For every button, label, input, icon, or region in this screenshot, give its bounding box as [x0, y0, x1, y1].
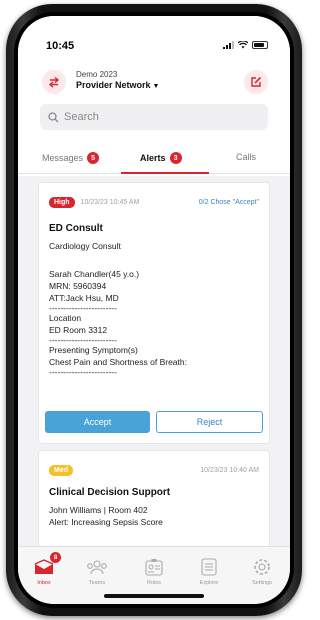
signal-icon	[223, 41, 234, 49]
alert-line: Alert: Increasing Sepsis Score	[49, 517, 163, 527]
attending: ATT:Jack Hsu, MD	[49, 293, 119, 303]
alert-card[interactable]: Med 10/23/23 10:40 AM Clinical Decision …	[38, 450, 270, 550]
priority-badge: High	[49, 197, 75, 208]
divider-line: ------------------------	[49, 367, 117, 377]
tab-messages[interactable]: Messages 5	[42, 152, 100, 164]
explore-icon	[198, 557, 220, 577]
alert-meta: Med 10/23/23 10:40 AM	[49, 465, 259, 476]
home-indicator	[104, 594, 204, 598]
location-label: Location	[49, 313, 82, 323]
network-label: Provider Network	[76, 80, 151, 90]
teams-icon	[86, 557, 108, 577]
nav-roles[interactable]: Roles	[134, 557, 174, 586]
location-value: ED Room 3312	[49, 325, 108, 335]
accept-button[interactable]: Accept	[45, 411, 150, 433]
nav-label: Roles	[146, 580, 162, 586]
alert-actions: Accept Reject	[45, 411, 263, 433]
compose-icon	[251, 76, 262, 87]
symptoms-label: Presenting Symptom(s)	[49, 345, 138, 355]
caret-down-icon: ▼	[152, 83, 160, 90]
patient-mrn: MRN: 5960394	[49, 281, 107, 291]
alert-title: Clinical Decision Support	[49, 487, 171, 498]
search-icon	[48, 111, 59, 122]
settings-icon	[251, 557, 273, 577]
alert-subtitle: Cardiology Consult	[49, 241, 121, 251]
alert-line: John Williams | Room 402	[49, 505, 148, 515]
divider-line: ------------------------	[49, 303, 117, 313]
tab-badge: 3	[169, 152, 182, 164]
network-name: Provider Network ▼	[76, 80, 159, 90]
divider-line: ------------------------	[49, 335, 117, 345]
header: Demo 2023 Provider Network ▼ Search Messa…	[18, 56, 290, 176]
swap-arrows-icon	[48, 76, 60, 88]
tab-label: Messages	[42, 153, 84, 163]
tab-label: Calls	[236, 152, 257, 162]
nav-explore[interactable]: Explore	[189, 557, 229, 586]
roles-icon	[143, 557, 165, 577]
inbox-badge: 8	[50, 552, 61, 563]
tab-badge: 5	[87, 152, 100, 164]
status-bar: 10:45	[18, 16, 290, 56]
org-name: Demo 2023	[76, 70, 118, 79]
active-tab-indicator	[121, 172, 209, 174]
patient-name: Sarah Chandler(45 y.o.)	[49, 269, 140, 279]
compose-button[interactable]	[244, 70, 268, 94]
alert-timestamp: 10/23/23 10:40 AM	[200, 467, 259, 474]
nav-inbox[interactable]: 8 Inbox	[24, 552, 64, 586]
tab-calls[interactable]: Calls	[236, 152, 256, 162]
tab-label: Alerts	[140, 153, 166, 163]
nav-label: Teams	[88, 580, 106, 586]
nav-label: Settings	[252, 580, 272, 586]
nav-label: Inbox	[37, 580, 51, 586]
accept-status: 0/2 Chose "Accept"	[198, 199, 259, 206]
alert-timestamp: 10/23/23 10:45 AM	[80, 199, 140, 206]
battery-icon	[252, 41, 268, 49]
status-icons	[223, 41, 268, 49]
wifi-icon	[238, 41, 248, 49]
status-time: 10:45	[46, 40, 75, 52]
reject-button[interactable]: Reject	[156, 411, 263, 433]
symptoms-value: Chest Pain and Shortness of Breath:	[49, 357, 187, 367]
nav-teams[interactable]: Teams	[77, 557, 117, 586]
nav-settings[interactable]: Settings	[242, 557, 282, 586]
switch-account-button[interactable]	[42, 70, 66, 94]
nav-label: Explore	[199, 580, 219, 586]
search-input[interactable]: Search	[40, 104, 268, 130]
inbox-icon: 8	[33, 552, 61, 577]
search-placeholder: Search	[64, 111, 99, 123]
priority-badge: Med	[49, 465, 73, 476]
alert-title: ED Consult	[49, 223, 103, 234]
tab-alerts[interactable]: Alerts 3	[140, 152, 182, 164]
phone-screen: 10:45 Demo 2023 Provider Network ▼ Searc…	[18, 16, 290, 604]
alert-card[interactable]: High 10/23/23 10:45 AM 0/2 Chose "Accept…	[38, 182, 270, 444]
network-selector[interactable]: Demo 2023 Provider Network ▼	[76, 70, 159, 90]
alert-meta: High 10/23/23 10:45 AM 0/2 Chose "Accept…	[49, 197, 259, 208]
tab-bar: Messages 5 Alerts 3 Calls	[18, 140, 290, 174]
